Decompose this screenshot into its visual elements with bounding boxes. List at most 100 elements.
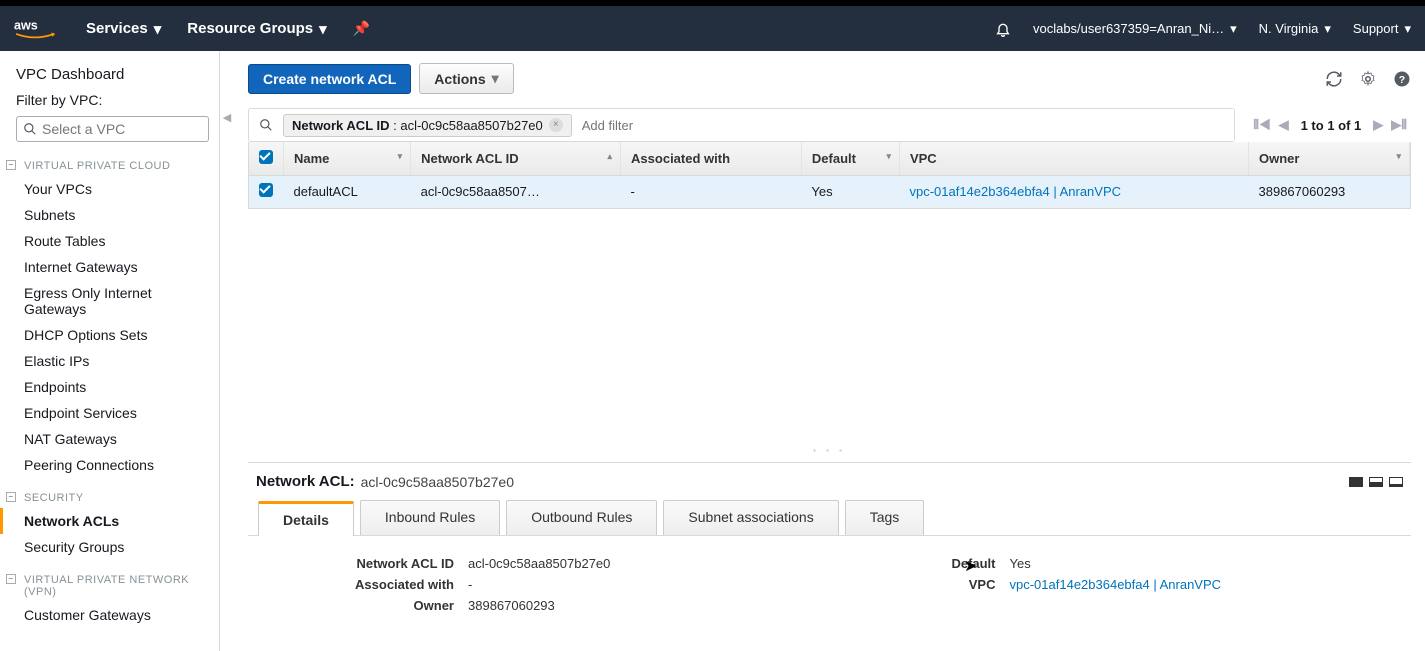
page-first-icon[interactable]: ⦀◀ xyxy=(1253,117,1270,133)
table-row[interactable]: defaultACL acl-0c9c58aa8507… - Yes vpc-0… xyxy=(249,176,1410,208)
sidebar-item-subnets[interactable]: Subnets xyxy=(0,202,219,228)
col-associated-label: Associated with xyxy=(631,151,730,166)
caret-down-icon: ▾ xyxy=(319,20,327,38)
filter-chip[interactable]: Network ACL ID : acl-0c9c58aa8507b27e0 × xyxy=(283,114,572,137)
sidebar-collapse-handle[interactable]: ◀ xyxy=(220,51,234,651)
support-menu[interactable]: Support ▾ xyxy=(1353,21,1411,37)
sidebar: VPC Dashboard Filter by VPC: Select a VP… xyxy=(0,51,220,651)
region-menu[interactable]: N. Virginia ▾ xyxy=(1259,21,1331,37)
filter-chip-key: Network ACL ID xyxy=(292,118,390,133)
sidebar-item-internet-gateways[interactable]: Internet Gateways xyxy=(0,254,219,280)
sidebar-item-route-tables[interactable]: Route Tables xyxy=(0,228,219,254)
cell-vpc-link[interactable]: vpc-01af14e2b364ebfa4 | AnranVPC xyxy=(909,184,1121,199)
filter-bar: Network ACL ID : acl-0c9c58aa8507b27e0 × xyxy=(248,108,1235,142)
refresh-icon[interactable] xyxy=(1325,70,1343,88)
tab-subnet-associations[interactable]: Subnet associations xyxy=(663,500,838,535)
detail-val-associated: - xyxy=(468,577,472,592)
page-prev-icon[interactable]: ◀ xyxy=(1279,117,1289,133)
sort-icon: ▾ xyxy=(398,151,403,162)
settings-icon[interactable] xyxy=(1359,70,1377,88)
search-icon xyxy=(249,118,283,132)
sidebar-section-vpn: − VIRTUAL PRIVATE NETWORK (VPN) xyxy=(0,560,219,602)
sidebar-item-nat-gateways[interactable]: NAT Gateways xyxy=(0,426,219,452)
svg-text:aws: aws xyxy=(14,18,38,32)
sidebar-section-vpn-title: VIRTUAL PRIVATE NETWORK (VPN) xyxy=(24,574,189,598)
pagination: ⦀◀ ◀ 1 to 1 of 1 ▶ ▶⦀ xyxy=(1249,117,1411,133)
actions-button[interactable]: Actions ▾ xyxy=(419,63,513,94)
tab-tags[interactable]: Tags xyxy=(845,500,925,535)
col-acl-id[interactable]: Network ACL ID▴ xyxy=(411,142,621,176)
sidebar-dashboard[interactable]: VPC Dashboard xyxy=(0,61,219,88)
layout-split-icon[interactable] xyxy=(1369,477,1383,487)
caret-down-icon: ▾ xyxy=(1230,21,1237,37)
sidebar-item-dhcp-options[interactable]: DHCP Options Sets xyxy=(0,322,219,348)
collapse-icon[interactable]: − xyxy=(6,574,16,584)
pin-icon[interactable]: 📌 xyxy=(353,20,370,37)
collapse-icon[interactable]: − xyxy=(6,160,16,170)
sidebar-item-network-acls[interactable]: Network ACLs xyxy=(0,508,219,534)
region-label: N. Virginia xyxy=(1259,21,1319,36)
create-network-acl-button[interactable]: Create network ACL xyxy=(248,64,411,94)
detail-key-associated: Associated with xyxy=(288,577,468,592)
sidebar-item-egress-gateways[interactable]: Egress Only Internet Gateways xyxy=(0,280,219,322)
tab-details[interactable]: Details xyxy=(258,501,354,536)
col-acl-id-label: Network ACL ID xyxy=(421,151,519,166)
sidebar-item-endpoints[interactable]: Endpoints xyxy=(0,374,219,400)
page-info: 1 to 1 of 1 xyxy=(1301,118,1362,133)
sort-icon: ▾ xyxy=(1396,151,1401,162)
col-name[interactable]: Name▾ xyxy=(284,142,411,176)
help-icon[interactable]: ? xyxy=(1393,70,1411,88)
aws-logo[interactable]: aws xyxy=(14,18,56,40)
account-label: voclabs/user637359=Anran_Ni… xyxy=(1033,21,1224,36)
col-owner[interactable]: Owner ▾ xyxy=(1249,142,1410,176)
col-owner-label: Owner xyxy=(1259,151,1299,166)
tab-inbound-rules[interactable]: Inbound Rules xyxy=(360,500,500,535)
detail-key-acl-id: Network ACL ID xyxy=(288,556,468,571)
col-default-label: Default xyxy=(812,151,856,166)
sidebar-item-endpoint-services[interactable]: Endpoint Services xyxy=(0,400,219,426)
support-label: Support xyxy=(1353,21,1399,36)
sidebar-section-vpc-title: VIRTUAL PRIVATE CLOUD xyxy=(24,160,170,172)
account-menu[interactable]: voclabs/user637359=Anran_Ni… ▾ xyxy=(1033,21,1237,37)
caret-down-icon: ▾ xyxy=(1404,21,1411,37)
sidebar-item-elastic-ips[interactable]: Elastic IPs xyxy=(0,348,219,374)
sidebar-item-security-groups[interactable]: Security Groups xyxy=(0,534,219,560)
col-default[interactable]: Default ▾ xyxy=(801,142,899,176)
sidebar-item-customer-gateways[interactable]: Customer Gateways xyxy=(0,602,219,628)
layout-bottom-icon[interactable] xyxy=(1389,477,1403,487)
col-associated[interactable]: Associated with xyxy=(621,142,802,176)
cell-default: Yes xyxy=(801,176,899,208)
select-all-checkbox[interactable] xyxy=(259,150,273,164)
services-menu[interactable]: Services ▾ xyxy=(86,20,161,38)
col-vpc[interactable]: VPC xyxy=(899,142,1248,176)
tab-outbound-rules[interactable]: Outbound Rules xyxy=(506,500,657,535)
sidebar-item-peering[interactable]: Peering Connections xyxy=(0,452,219,478)
filter-chip-sep: : xyxy=(390,118,401,133)
detail-val-default: Yes xyxy=(1010,556,1031,571)
cell-name: defaultACL xyxy=(284,176,411,208)
sort-icon: ▾ xyxy=(886,151,891,162)
page-next-icon[interactable]: ▶ xyxy=(1373,117,1383,133)
row-checkbox[interactable] xyxy=(259,183,273,197)
caret-down-icon: ▾ xyxy=(492,70,499,87)
sidebar-item-your-vpcs[interactable]: Your VPCs xyxy=(0,176,219,202)
detail-key-owner: Owner xyxy=(288,598,468,613)
page-last-icon[interactable]: ▶⦀ xyxy=(1391,117,1407,133)
actions-label: Actions xyxy=(434,71,485,87)
notifications-icon[interactable] xyxy=(995,21,1011,37)
sidebar-vpc-select[interactable]: Select a VPC xyxy=(16,116,209,142)
detail-val-vpc-link[interactable]: vpc-01af14e2b364ebfa4 | AnranVPC xyxy=(1010,577,1222,592)
resize-handle[interactable]: ▪ ▪ ▪ xyxy=(248,446,1411,456)
acl-table: Name▾ Network ACL ID▴ Associated with De… xyxy=(248,142,1411,209)
remove-filter-icon[interactable]: × xyxy=(549,118,563,132)
detail-val-owner: 389867060293 xyxy=(468,598,555,613)
layout-full-icon[interactable] xyxy=(1349,477,1363,487)
table-header-row: Name▾ Network ACL ID▴ Associated with De… xyxy=(249,142,1410,176)
details-tabs: Details Inbound Rules Outbound Rules Sub… xyxy=(248,500,1411,536)
resource-groups-menu[interactable]: Resource Groups ▾ xyxy=(187,20,326,38)
sidebar-section-security: − SECURITY xyxy=(0,478,219,508)
resource-groups-label: Resource Groups xyxy=(187,20,313,37)
collapse-icon[interactable]: − xyxy=(6,492,16,502)
details-subtitle: acl-0c9c58aa8507b27e0 xyxy=(361,474,514,490)
add-filter-input[interactable] xyxy=(572,109,1235,141)
